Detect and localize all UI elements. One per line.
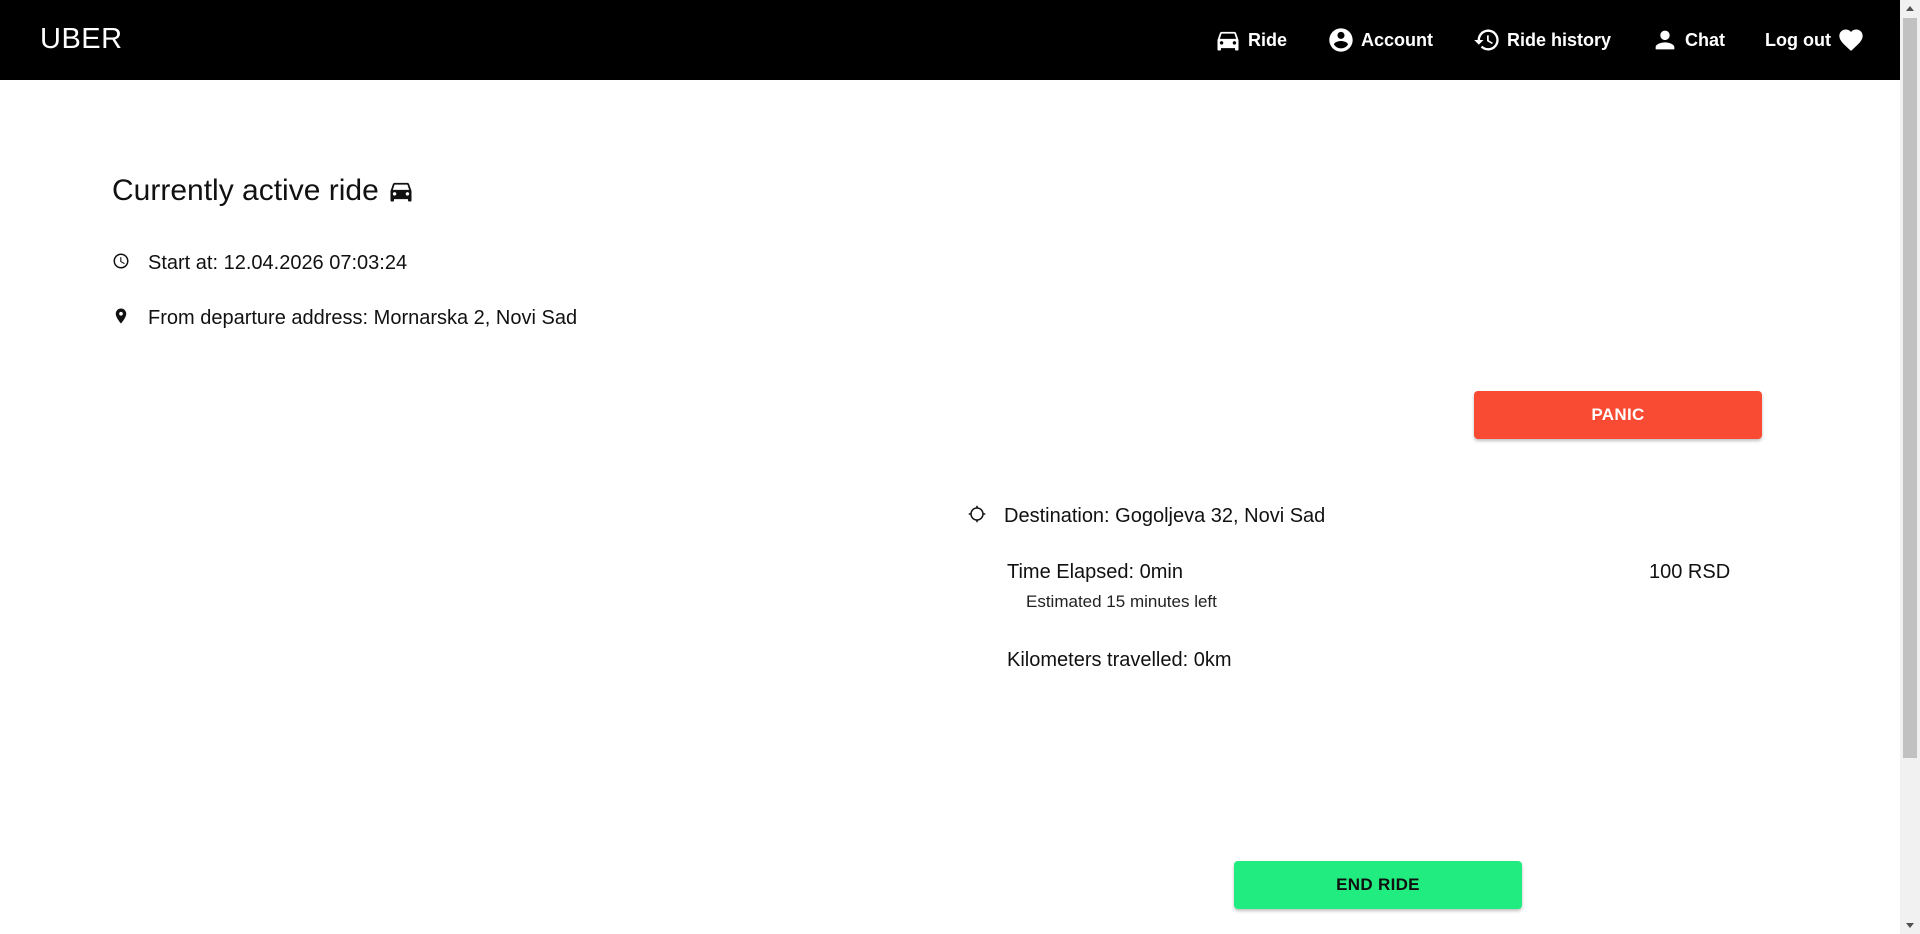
nav-chat-label: Chat — [1685, 29, 1726, 50]
destination-text: Destination: Gogoljeva 32, Novi Sad — [1004, 505, 1326, 527]
history-icon — [1473, 26, 1501, 54]
ride-price: 100 RSD — [1649, 561, 1731, 583]
departure-text: From departure address: Mornarska 2, Nov… — [148, 307, 578, 329]
brand-logo[interactable]: UBER — [40, 23, 123, 56]
nav-log-out-label: Log out — [1765, 29, 1831, 50]
nav-ride-history-label: Ride history — [1506, 29, 1612, 50]
scrollbar-thumb[interactable] — [1903, 18, 1917, 758]
car-icon — [387, 177, 415, 205]
person-icon — [1651, 26, 1679, 54]
top-nav-bar: UBER Ride Account Ride history Chat Log … — [0, 0, 1900, 80]
clock-icon — [112, 252, 130, 270]
nav-menu: Ride Account Ride history Chat Log out — [1214, 0, 1900, 80]
destination-row: Destination: Gogoljeva 32, Novi Sad — [968, 505, 1325, 528]
car-icon — [1214, 26, 1242, 54]
time-elapsed: Time Elapsed: 0min — [1007, 561, 1183, 583]
nav-ride-history[interactable]: Ride history — [1473, 26, 1611, 54]
nav-chat[interactable]: Chat — [1651, 26, 1725, 54]
location-pin-icon — [112, 307, 130, 325]
heart-icon — [1837, 26, 1865, 54]
nav-account-label: Account — [1360, 29, 1433, 50]
start-time-text: Start at: 12.04.2026 07:03:24 — [148, 252, 408, 274]
page-title-text: Currently active ride — [112, 174, 379, 207]
nav-account[interactable]: Account — [1327, 26, 1433, 54]
nav-ride[interactable]: Ride — [1214, 26, 1287, 54]
nav-ride-label: Ride — [1247, 29, 1287, 50]
crosshair-icon — [968, 505, 986, 523]
end-ride-button[interactable]: END RIDE — [1234, 861, 1522, 909]
start-time-row: Start at: 12.04.2026 07:03:24 — [112, 252, 407, 275]
departure-row: From departure address: Mornarska 2, Nov… — [112, 307, 577, 330]
estimated-time-left: Estimated 15 minutes left — [1026, 592, 1217, 611]
account-circle-icon — [1327, 26, 1355, 54]
panic-button[interactable]: PANIC — [1474, 391, 1762, 439]
scroll-down-arrow-icon[interactable] — [1900, 917, 1920, 934]
page-title: Currently active ride — [112, 174, 415, 208]
vertical-scrollbar[interactable] — [1900, 0, 1920, 934]
scroll-up-arrow-icon[interactable] — [1900, 0, 1920, 17]
nav-log-out[interactable]: Log out — [1765, 26, 1865, 54]
kilometers-travelled: Kilometers travelled: 0km — [1007, 649, 1232, 671]
